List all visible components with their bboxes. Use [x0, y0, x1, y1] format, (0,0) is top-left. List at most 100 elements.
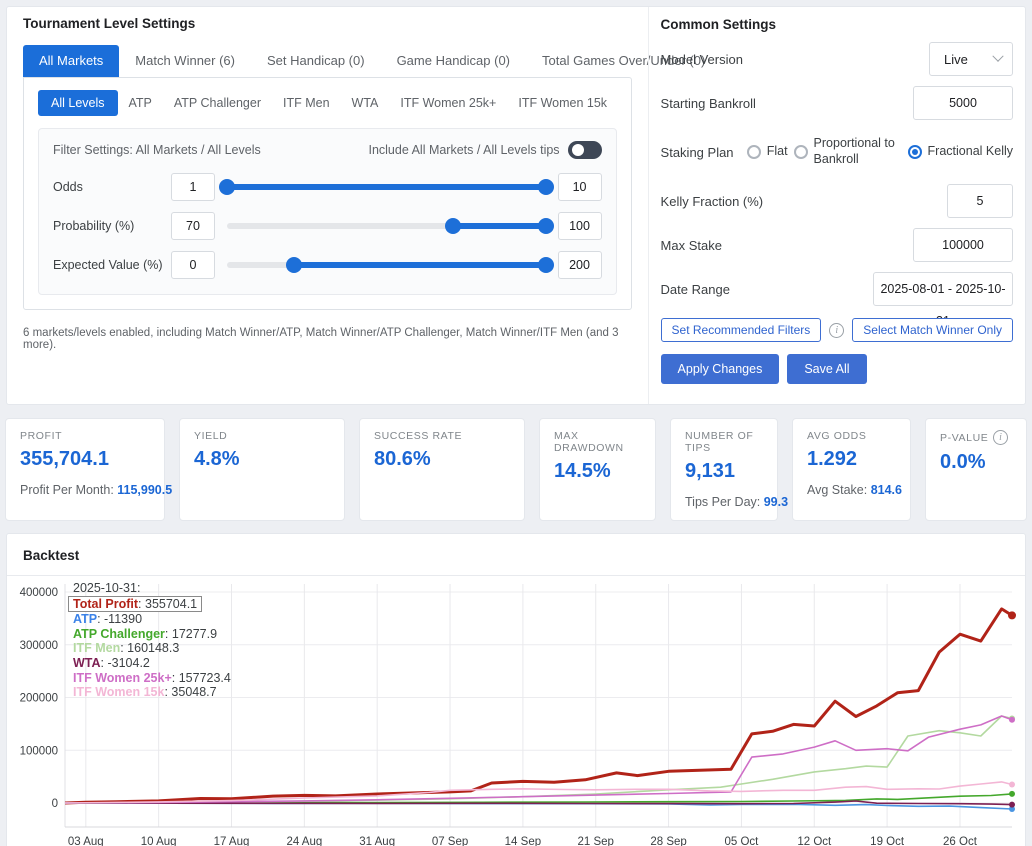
tab-level-itf-women-15k[interactable]: ITF Women 15k: [507, 90, 618, 116]
tooltip-highlight-box: Total Profit: 355704.1: [68, 595, 203, 613]
axis-tick-label: 100000: [20, 745, 58, 757]
tab-level-wta[interactable]: WTA: [341, 90, 390, 116]
save-all-button[interactable]: Save All: [787, 354, 867, 384]
stat-value: 0.0%: [940, 451, 986, 473]
info-icon[interactable]: i: [993, 430, 1009, 445]
series-end-marker-itf-women-25k: [1009, 716, 1015, 723]
stat-label: AVG ODDS: [807, 430, 896, 442]
slider-fill: [293, 262, 546, 268]
stat-card-p-value: P-VALUE i 0.0%: [925, 418, 1027, 521]
expected-value-label: Expected Value (%): [53, 258, 163, 272]
tab-level-itf-men[interactable]: ITF Men: [272, 90, 341, 116]
tab-market-all-markets[interactable]: All Markets: [23, 45, 120, 77]
radio-icon[interactable]: [746, 145, 761, 159]
set-recommended-filters-button[interactable]: Set Recommended Filters: [660, 318, 822, 342]
stat-sub-label: Tips Per Day:: [685, 495, 764, 509]
page: Tournament Level Settings All Markets Mat…: [0, 0, 1032, 846]
expected-value-max-input[interactable]: 200: [557, 251, 602, 279]
common-settings-section: Common Settings Model Version Live Start…: [647, 7, 1025, 404]
axis-tick-label: 10 Aug: [141, 836, 177, 846]
staking-option-flat[interactable]: Flat: [746, 144, 788, 160]
probability-max-input[interactable]: 100: [557, 212, 602, 240]
odds-slider-handle-max[interactable]: [537, 179, 554, 195]
tooltip-series-label: WTA: [73, 655, 101, 670]
axis-tick-label: 19 Oct: [870, 836, 905, 846]
select-match-winner-only-button[interactable]: Select Match Winner Only: [852, 318, 1013, 342]
series-end-marker-total-profit: [1008, 611, 1016, 620]
tooltip-row-text: WTA: -3104.2: [73, 656, 150, 670]
include-tips-toggle[interactable]: [567, 141, 602, 159]
tab-market-match-winner-6[interactable]: Match Winner (6): [119, 45, 251, 77]
kelly-fraction-input[interactable]: 5: [947, 184, 1013, 218]
staking-plan-label: Staking Plan: [660, 144, 734, 160]
stat-value: 1.292: [807, 448, 858, 470]
max-stake-input[interactable]: 100000: [913, 228, 1013, 262]
model-version-select[interactable]: Live: [929, 42, 1013, 76]
tournament-settings-title: Tournament Level Settings: [23, 16, 196, 31]
axis-tick-label: 05 Oct: [724, 836, 759, 846]
probability-slider-handle-min[interactable]: [445, 218, 462, 234]
chevron-down-icon: [992, 50, 1004, 62]
stat-label-text: P-VALUE: [940, 431, 989, 444]
probability-min-input[interactable]: 70: [171, 212, 215, 240]
stat-card-number-of-tips: NUMBER OF TIPS 9,131 Tips Per Day: 99.3: [670, 418, 788, 521]
stat-label-text: PROFIT: [20, 430, 63, 442]
info-icon[interactable]: i: [829, 322, 845, 338]
expected-value-min-input[interactable]: 0: [171, 251, 215, 279]
stat-label: NUMBER OF TIPS: [685, 430, 763, 454]
probability-slider[interactable]: [227, 218, 554, 234]
stat-label: MAX DRAWDOWN: [554, 430, 641, 454]
tooltip-row-itf-women-25k: ITF Women 25k+: 157723.4: [73, 671, 231, 686]
stat-label: PROFIT: [20, 430, 150, 442]
stat-sub-value: 99.3: [763, 495, 789, 509]
tooltip-series-value: : 157723.4: [171, 670, 231, 685]
odds-slider[interactable]: [219, 179, 554, 195]
tab-market-game-handicap-0[interactable]: Game Handicap (0): [381, 45, 526, 77]
slider-fill: [227, 184, 546, 190]
odds-slider-handle-min[interactable]: [219, 179, 235, 195]
tooltip-row-itf-men: ITF Men: 160148.3: [73, 641, 231, 656]
staking-plan-options: Flat Proportional to Bankroll Fractional…: [734, 136, 1013, 167]
filter-settings-box: Filter Settings: All Markets / All Level…: [38, 128, 617, 295]
staking-plan-row: Staking Plan Flat Proportional to Bankro…: [661, 130, 1013, 174]
tooltip-series-value: : -11390: [97, 612, 143, 627]
radio-icon[interactable]: [907, 145, 922, 159]
starting-bankroll-row: Starting Bankroll 5000: [661, 86, 1013, 120]
include-tips-label: Include All Markets / All Levels tips: [368, 143, 560, 157]
tooltip-series-value: : 355704.1: [138, 596, 198, 611]
stat-card-max-drawdown: MAX DRAWDOWN 14.5%: [539, 418, 656, 521]
stat-label-text: NUMBER OF TIPS: [685, 430, 754, 454]
tab-market-set-handicap-0[interactable]: Set Handicap (0): [251, 45, 381, 77]
axis-tick-label: 400000: [20, 587, 58, 599]
radio-icon[interactable]: [793, 145, 808, 159]
tab-level-atp-challenger[interactable]: ATP Challenger: [163, 90, 272, 116]
tab-level-atp[interactable]: ATP: [118, 90, 163, 116]
axis-tick-label: 03 Aug: [68, 836, 104, 846]
staking-option-proportional[interactable]: Proportional to Bankroll: [793, 136, 902, 167]
stat-label-text: SUCCESS RATE: [374, 430, 463, 442]
axis-tick-label: 14 Sep: [505, 836, 541, 846]
tab-level-all-levels[interactable]: All Levels: [38, 90, 118, 116]
stat-label-text: MAX DRAWDOWN: [554, 430, 624, 454]
model-version-label: Model Version: [660, 51, 743, 67]
tab-level-itf-women-25k[interactable]: ITF Women 25k+: [389, 90, 507, 116]
filter-buttons-row: Set Recommended Filters i Select Match W…: [660, 318, 1013, 342]
model-version-value: Live: [944, 51, 968, 67]
starting-bankroll-input[interactable]: 5000: [913, 86, 1013, 120]
model-version-row: Model Version Live: [661, 42, 1013, 76]
date-range-input[interactable]: 2025-08-01 - 2025-10-31: [873, 272, 1013, 328]
odds-max-input[interactable]: 10: [557, 173, 602, 201]
backtest-panel: Backtest 0 100000 200000 300000 400000 03 Aug…: [6, 533, 1026, 846]
tooltip-row-text: ITF Men: 160148.3: [73, 641, 179, 655]
expected-value-slider[interactable]: [227, 257, 554, 273]
probability-slider-handle-max[interactable]: [537, 218, 554, 234]
apply-changes-button[interactable]: Apply Changes: [660, 354, 780, 384]
expected-value-slider-handle-max[interactable]: [537, 257, 554, 273]
staking-option-fractional-kelly[interactable]: Fractional Kelly: [907, 144, 1013, 160]
stat-value: 355,704.1: [20, 448, 109, 470]
filter-settings-title: Filter Settings: All Markets / All Level…: [53, 143, 261, 157]
tooltip-date: 2025-10-31:: [73, 581, 141, 595]
stats-row: PROFIT 355,704.1 Profit Per Month: 115,990…: [5, 418, 1027, 521]
odds-min-input[interactable]: 1: [171, 173, 215, 201]
expected-value-slider-handle-min[interactable]: [285, 257, 302, 273]
